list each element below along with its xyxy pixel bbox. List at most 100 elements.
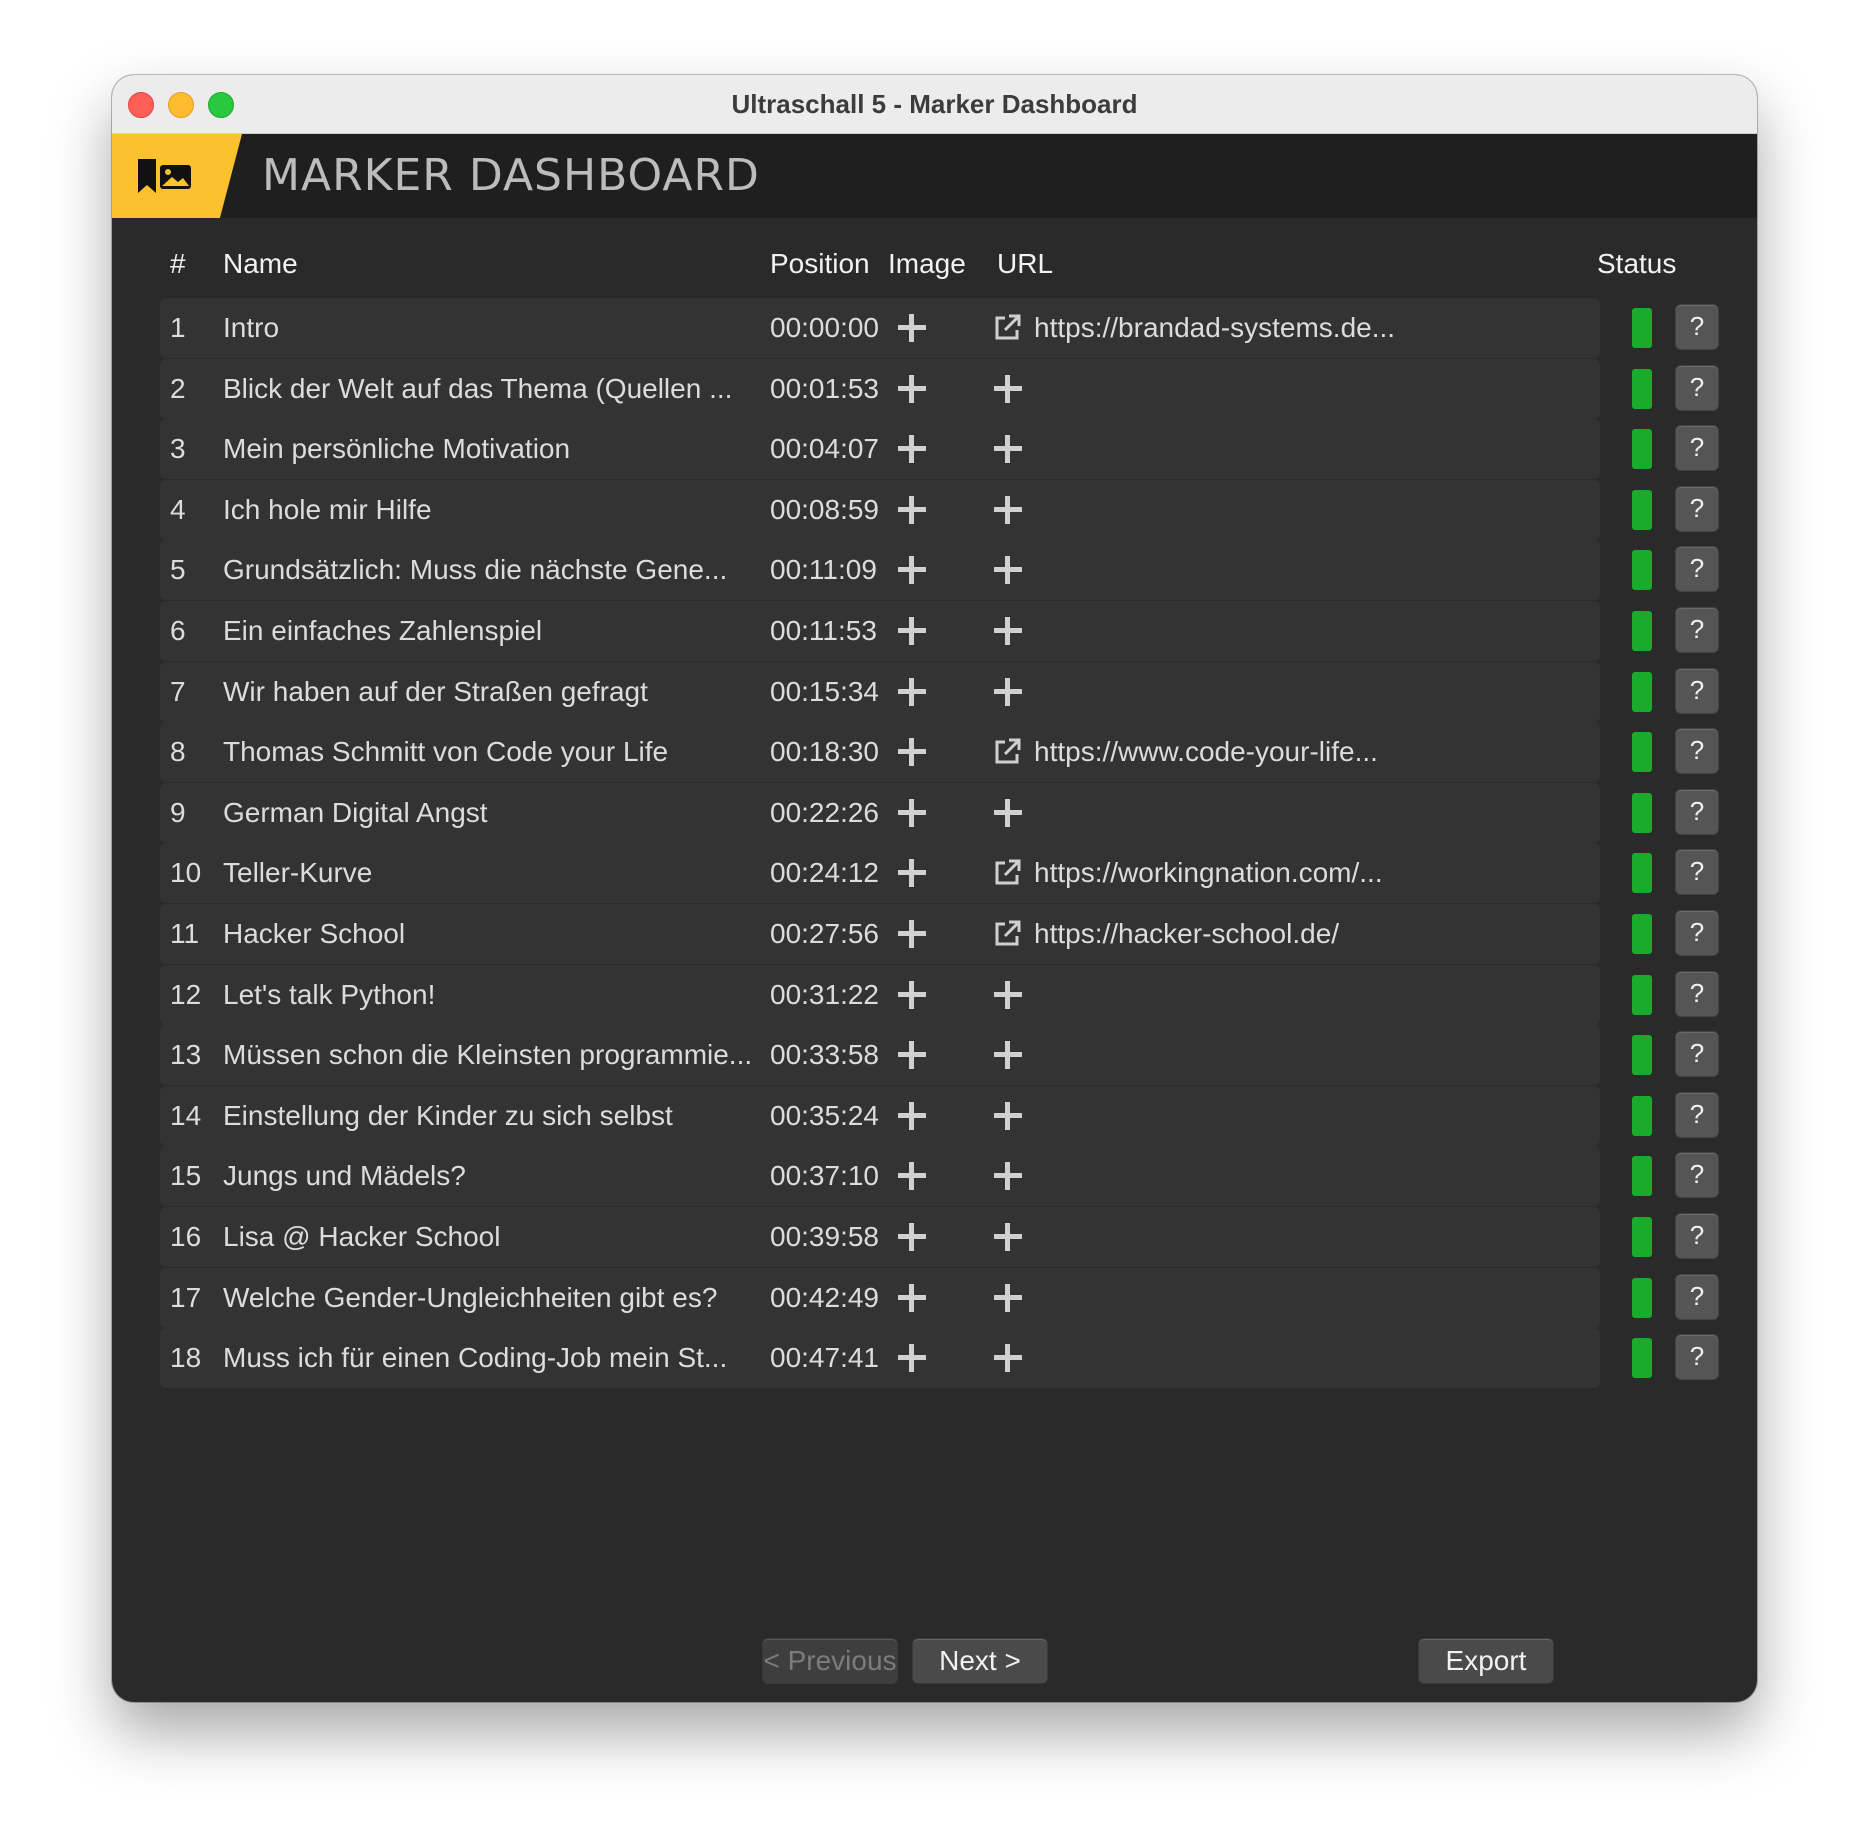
marker-position[interactable]: 00:22:26 [770, 783, 879, 843]
add-image-icon[interactable] [897, 1283, 927, 1313]
marker-position[interactable]: 00:37:10 [770, 1146, 879, 1206]
open-link-icon[interactable] [991, 857, 1023, 889]
marker-name[interactable]: Müssen schon die Kleinsten programmie... [223, 1025, 752, 1085]
marker-position[interactable]: 00:47:41 [770, 1328, 879, 1388]
table-row[interactable]: 5 Grundsätzlich: Muss die nächste Gene...… [160, 540, 1719, 601]
table-row[interactable]: 17 Welche Gender-Ungleichheiten gibt es? 0… [160, 1267, 1719, 1328]
open-link-icon[interactable] [991, 736, 1023, 768]
marker-position[interactable]: 00:04:07 [770, 419, 879, 479]
add-url-icon[interactable] [993, 1222, 1023, 1252]
table-row[interactable]: 14 Einstellung der Kinder zu sich selbst 0… [160, 1085, 1719, 1146]
help-button[interactable]: ? [1675, 1273, 1719, 1320]
table-row[interactable]: 6 Ein einfaches Zahlenspiel 00:11:53? [160, 601, 1719, 661]
help-button[interactable]: ? [1675, 607, 1719, 653]
marker-position[interactable]: 00:35:24 [770, 1086, 879, 1146]
marker-name[interactable]: Thomas Schmitt von Code your Life [223, 722, 668, 782]
add-image-icon[interactable] [897, 798, 927, 828]
table-row[interactable]: 9 German Digital Angst 00:22:26? [160, 782, 1719, 843]
open-link-icon[interactable] [991, 312, 1023, 344]
add-url-icon[interactable] [993, 677, 1023, 707]
add-image-icon[interactable] [897, 434, 927, 464]
marker-name[interactable]: Intro [223, 298, 279, 358]
table-row[interactable]: 18 Muss ich für einen Coding-Job mein St.… [160, 1328, 1719, 1389]
add-url-icon[interactable] [993, 980, 1023, 1010]
add-url-icon[interactable] [993, 798, 1023, 828]
table-row[interactable]: 15 Jungs und Mädels? 00:37:10? [160, 1146, 1719, 1207]
marker-url[interactable]: https://www.code-your-life... [1034, 722, 1378, 782]
table-row[interactable]: 3 Mein persönliche Motivation 00:04:07? [160, 419, 1719, 480]
marker-name[interactable]: Let's talk Python! [223, 965, 435, 1025]
marker-position[interactable]: 00:27:56 [770, 904, 879, 964]
add-image-icon[interactable] [897, 313, 927, 343]
add-image-icon[interactable] [897, 555, 927, 585]
help-button[interactable]: ? [1675, 364, 1719, 411]
marker-position[interactable]: 00:31:22 [770, 965, 879, 1025]
add-image-icon[interactable] [897, 677, 927, 707]
table-row[interactable]: 16 Lisa @ Hacker School 00:39:58? [160, 1207, 1719, 1267]
table-row[interactable]: 8 Thomas Schmitt von Code your Life 00:18:… [160, 722, 1719, 783]
marker-name[interactable]: German Digital Angst [223, 783, 488, 843]
marker-url[interactable]: https://brandad-systems.de... [1034, 298, 1395, 358]
add-image-icon[interactable] [897, 919, 927, 949]
help-button[interactable]: ? [1675, 485, 1719, 532]
help-button[interactable]: ? [1675, 1152, 1719, 1199]
add-image-icon[interactable] [897, 374, 927, 404]
add-image-icon[interactable] [897, 1101, 927, 1131]
marker-name[interactable]: Wir haben auf der Straßen gefragt [223, 662, 648, 722]
add-image-icon[interactable] [897, 1343, 927, 1373]
marker-name[interactable]: Grundsätzlich: Muss die nächste Gene... [223, 540, 727, 600]
help-button[interactable]: ? [1675, 1091, 1719, 1138]
marker-position[interactable]: 00:15:34 [770, 662, 879, 722]
add-image-icon[interactable] [897, 1161, 927, 1191]
previous-button[interactable]: < Previous [762, 1638, 898, 1684]
marker-name[interactable]: Blick der Welt auf das Thema (Quellen ..… [223, 359, 732, 419]
add-url-icon[interactable] [993, 1040, 1023, 1070]
help-button[interactable]: ? [1675, 1334, 1719, 1381]
marker-name[interactable]: Ein einfaches Zahlenspiel [223, 601, 542, 661]
add-url-icon[interactable] [993, 1283, 1023, 1313]
help-button[interactable]: ? [1675, 304, 1719, 350]
add-url-icon[interactable] [993, 495, 1023, 525]
marker-position[interactable]: 00:11:53 [770, 601, 877, 661]
add-url-icon[interactable] [993, 616, 1023, 646]
table-row[interactable]: 12 Let's talk Python! 00:31:22? [160, 964, 1719, 1025]
add-image-icon[interactable] [897, 737, 927, 767]
add-image-icon[interactable] [897, 980, 927, 1010]
help-button[interactable]: ? [1675, 849, 1719, 896]
add-url-icon[interactable] [993, 374, 1023, 404]
add-image-icon[interactable] [897, 858, 927, 888]
help-button[interactable]: ? [1675, 425, 1719, 472]
export-button[interactable]: Export [1418, 1638, 1554, 1684]
marker-name[interactable]: Welche Gender-Ungleichheiten gibt es? [223, 1268, 717, 1328]
table-row[interactable]: 10 Teller-Kurve 00:24:12 https://workingnat… [160, 843, 1719, 904]
add-image-icon[interactable] [897, 1222, 927, 1252]
help-button[interactable]: ? [1675, 1031, 1719, 1078]
add-url-icon[interactable] [993, 555, 1023, 585]
table-row[interactable]: 2 Blick der Welt auf das Thema (Quellen .… [160, 358, 1719, 419]
add-url-icon[interactable] [993, 1161, 1023, 1191]
marker-position[interactable]: 00:39:58 [770, 1207, 879, 1267]
marker-position[interactable]: 00:24:12 [770, 843, 879, 903]
marker-name[interactable]: Ich hole mir Hilfe [223, 480, 432, 540]
marker-position[interactable]: 00:11:09 [770, 540, 877, 600]
marker-position[interactable]: 00:00:00 [770, 298, 879, 358]
marker-name[interactable]: Muss ich für einen Coding-Job mein St... [223, 1328, 727, 1388]
marker-position[interactable]: 00:33:58 [770, 1025, 879, 1085]
table-row[interactable]: 11 Hacker School 00:27:56 https://hacker-sc… [160, 904, 1719, 964]
marker-name[interactable]: Einstellung der Kinder zu sich selbst [223, 1086, 673, 1146]
add-url-icon[interactable] [993, 1343, 1023, 1373]
add-url-icon[interactable] [993, 434, 1023, 464]
help-button[interactable]: ? [1675, 1213, 1719, 1259]
marker-position[interactable]: 00:18:30 [770, 722, 879, 782]
table-row[interactable]: 4 Ich hole mir Hilfe 00:08:59? [160, 479, 1719, 540]
marker-position[interactable]: 00:08:59 [770, 480, 879, 540]
help-button[interactable]: ? [1675, 788, 1719, 835]
add-url-icon[interactable] [993, 1101, 1023, 1131]
add-image-icon[interactable] [897, 1040, 927, 1070]
help-button[interactable]: ? [1675, 910, 1719, 956]
table-row[interactable]: 13 Müssen schon die Kleinsten programmie.… [160, 1025, 1719, 1086]
help-button[interactable]: ? [1675, 970, 1719, 1017]
table-row[interactable]: 7 Wir haben auf der Straßen gefragt 00:15:… [160, 661, 1719, 722]
marker-position[interactable]: 00:42:49 [770, 1268, 879, 1328]
open-link-icon[interactable] [991, 918, 1023, 950]
